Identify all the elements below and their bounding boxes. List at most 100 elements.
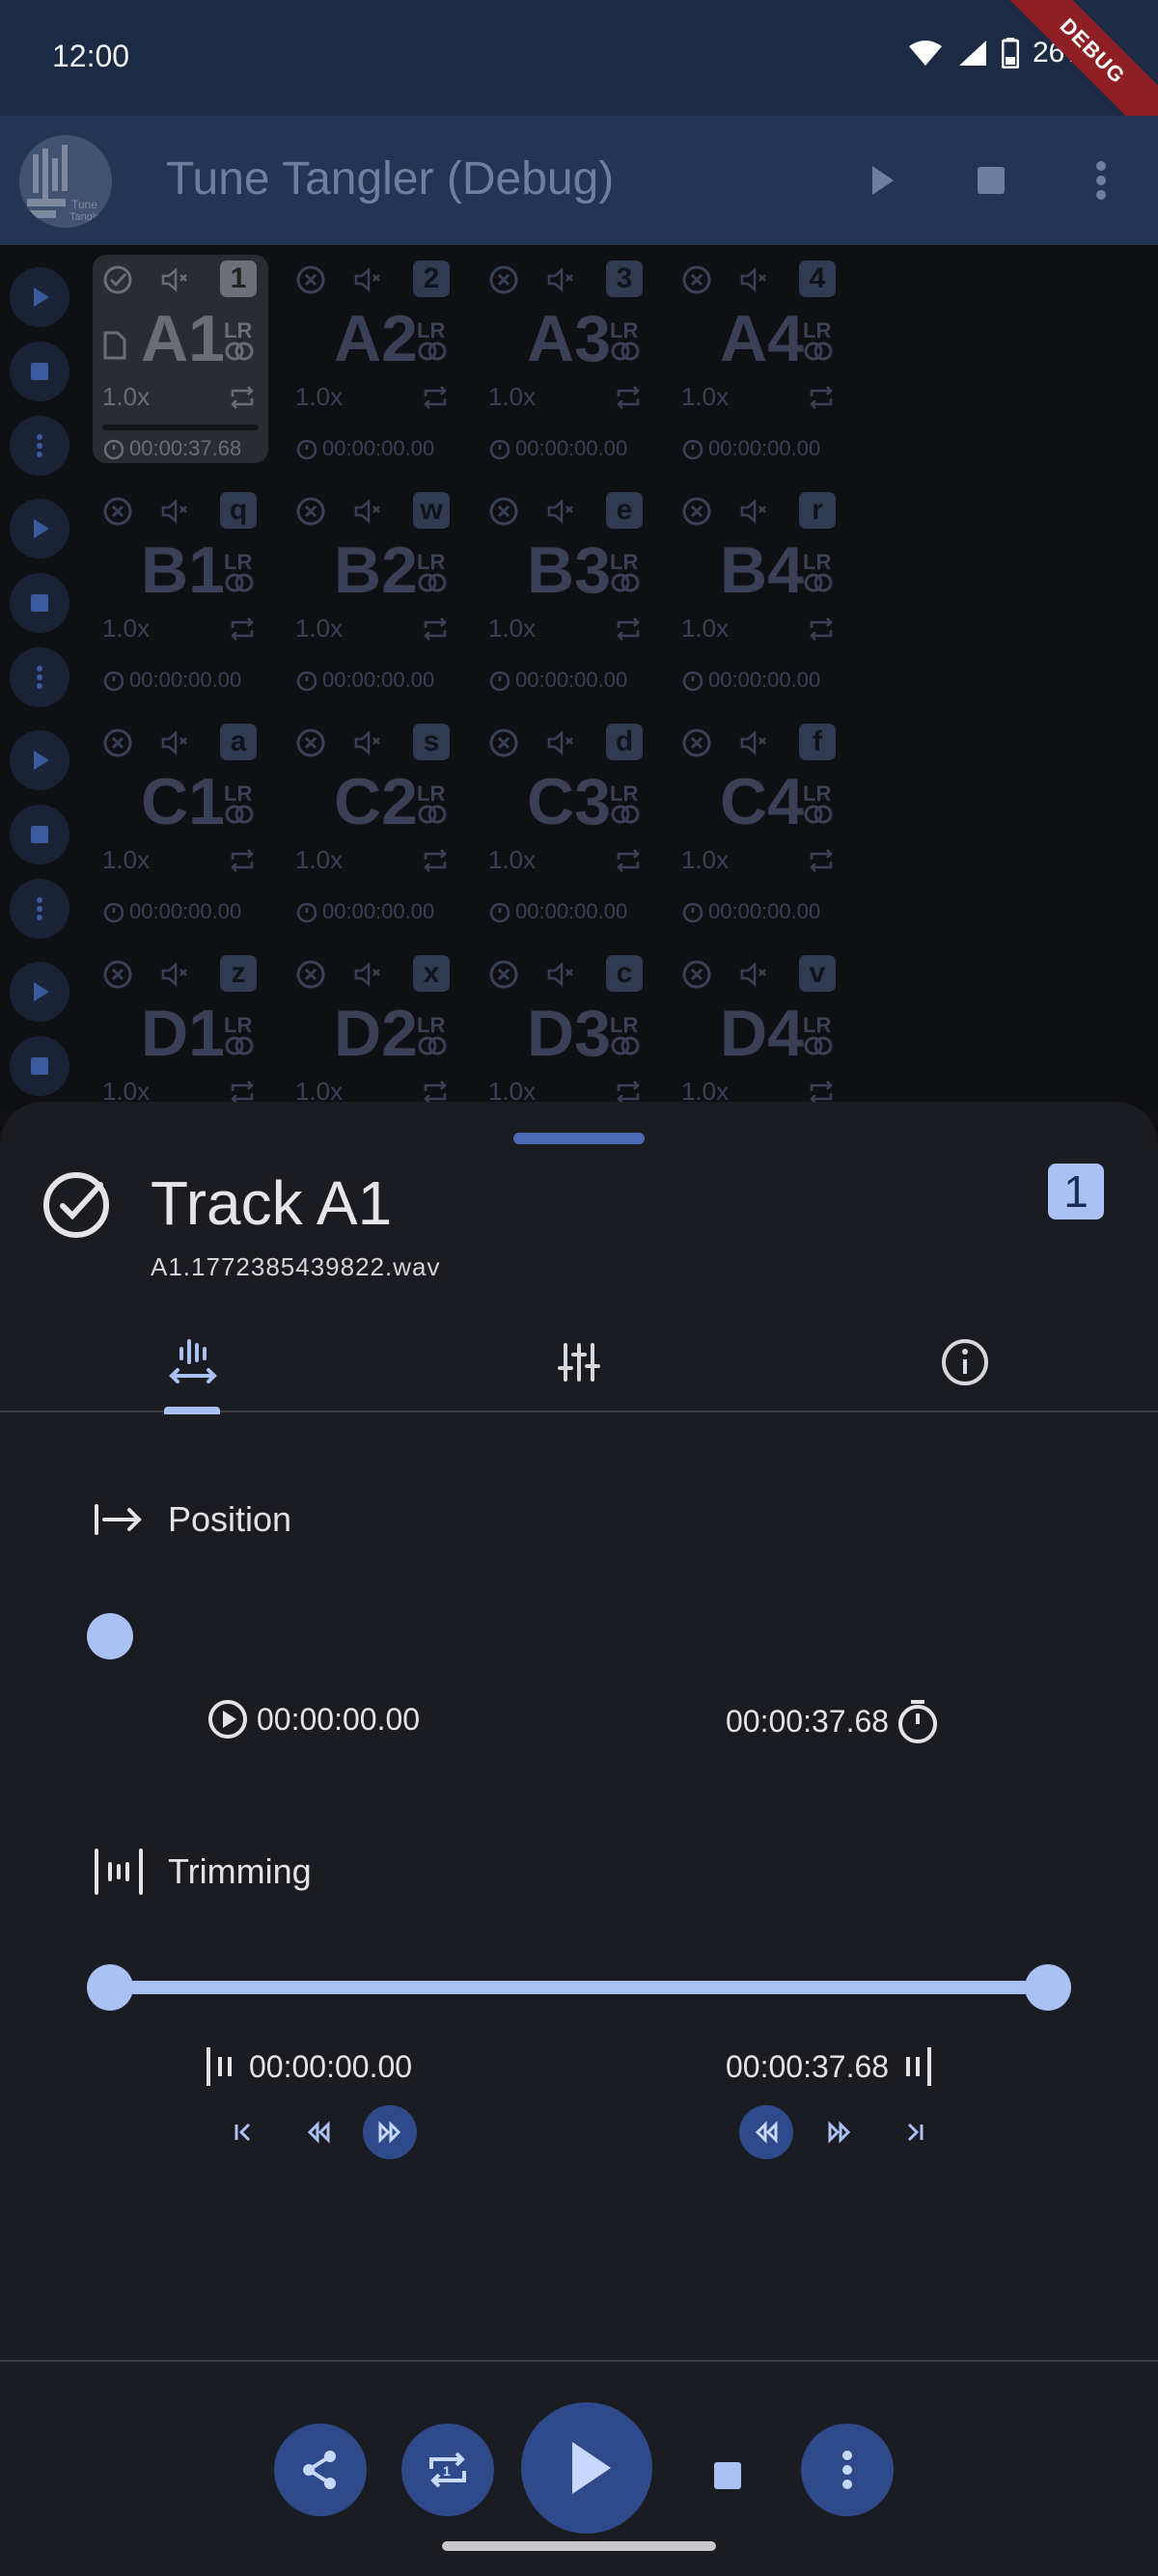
row-menu-button[interactable] xyxy=(10,416,69,476)
repeat-icon[interactable] xyxy=(614,847,643,874)
volume-mute-icon[interactable] xyxy=(739,498,770,525)
cancel-circle-icon[interactable] xyxy=(488,264,519,295)
row-play-button[interactable] xyxy=(10,962,69,1022)
row-stop-button[interactable] xyxy=(10,1036,69,1096)
pad-speed[interactable]: 1.0x xyxy=(102,614,150,644)
pan-lr-indicator[interactable]: LR xyxy=(610,552,641,596)
volume-mute-icon[interactable] xyxy=(546,266,577,293)
pad-c2[interactable]: s C2 LR 1.0x 00:00:00.00 xyxy=(286,718,461,926)
repeat-icon[interactable] xyxy=(421,616,450,643)
play-all-button[interactable] xyxy=(857,156,905,205)
pan-lr-indicator[interactable]: LR xyxy=(224,1015,255,1059)
pad-speed[interactable]: 1.0x xyxy=(681,614,729,644)
cancel-circle-icon[interactable] xyxy=(102,727,133,758)
pad-a4[interactable]: 4 A4 LR 1.0x 00:00:00.00 xyxy=(672,255,847,463)
pan-lr-indicator[interactable]: LR xyxy=(417,783,448,828)
cancel-circle-icon[interactable] xyxy=(295,959,326,990)
pan-lr-indicator[interactable]: LR xyxy=(224,783,255,828)
repeat-icon[interactable] xyxy=(421,847,450,874)
loop-button[interactable]: 1 xyxy=(401,2424,494,2516)
pad-c4[interactable]: f C4 LR 1.0x 00:00:00.00 xyxy=(672,718,847,926)
pan-lr-indicator[interactable]: LR xyxy=(417,1015,448,1059)
row-menu-button[interactable] xyxy=(10,647,69,707)
sheet-drag-handle[interactable] xyxy=(513,1133,645,1144)
cancel-circle-icon[interactable] xyxy=(681,959,712,990)
volume-mute-icon[interactable] xyxy=(546,961,577,988)
tab-mixer[interactable] xyxy=(386,1312,772,1412)
cancel-circle-icon[interactable] xyxy=(681,727,712,758)
pad-b3[interactable]: e B3 LR 1.0x 00:00:00.00 xyxy=(479,486,654,695)
row-play-button[interactable] xyxy=(10,499,69,559)
check-circle-icon[interactable] xyxy=(102,264,133,295)
volume-mute-icon[interactable] xyxy=(353,729,384,756)
pan-lr-indicator[interactable]: LR xyxy=(224,552,255,596)
pad-speed[interactable]: 1.0x xyxy=(681,845,729,875)
volume-mute-icon[interactable] xyxy=(353,266,384,293)
pad-speed[interactable]: 1.0x xyxy=(488,382,536,412)
pad-b2[interactable]: w B2 LR 1.0x 00:00:00.00 xyxy=(286,486,461,695)
volume-mute-icon[interactable] xyxy=(546,729,577,756)
trim-start-thumb[interactable] xyxy=(87,1964,133,2011)
pad-speed[interactable]: 1.0x xyxy=(295,382,343,412)
pad-speed[interactable]: 1.0x xyxy=(102,845,150,875)
repeat-icon[interactable] xyxy=(807,847,836,874)
cancel-circle-icon[interactable] xyxy=(295,496,326,527)
volume-mute-icon[interactable] xyxy=(739,961,770,988)
pan-lr-indicator[interactable]: LR xyxy=(803,320,834,365)
repeat-icon[interactable] xyxy=(228,616,257,643)
pad-speed[interactable]: 1.0x xyxy=(102,382,150,412)
tab-position-trim[interactable] xyxy=(0,1312,386,1414)
pad-speed[interactable]: 1.0x xyxy=(488,614,536,644)
repeat-icon[interactable] xyxy=(807,384,836,411)
trim-start-rewind-button[interactable] xyxy=(291,2105,345,2159)
cancel-circle-icon[interactable] xyxy=(488,959,519,990)
pan-lr-indicator[interactable]: LR xyxy=(803,783,834,828)
stop-all-button[interactable] xyxy=(967,156,1015,205)
volume-mute-icon[interactable] xyxy=(160,961,191,988)
pad-speed[interactable]: 1.0x xyxy=(488,845,536,875)
track-menu-button[interactable] xyxy=(801,2424,894,2516)
volume-mute-icon[interactable] xyxy=(160,266,191,293)
repeat-icon[interactable] xyxy=(228,384,257,411)
volume-mute-icon[interactable] xyxy=(739,266,770,293)
row-stop-button[interactable] xyxy=(10,805,69,864)
position-slider-thumb[interactable] xyxy=(87,1613,133,1659)
stop-button[interactable] xyxy=(699,2447,757,2505)
pan-lr-indicator[interactable]: LR xyxy=(417,552,448,596)
check-circle-icon[interactable] xyxy=(41,1169,112,1241)
tab-info[interactable] xyxy=(772,1312,1158,1412)
cancel-circle-icon[interactable] xyxy=(102,496,133,527)
pad-speed[interactable]: 1.0x xyxy=(681,382,729,412)
pad-c3[interactable]: d C3 LR 1.0x 00:00:00.00 xyxy=(479,718,654,926)
repeat-icon[interactable] xyxy=(614,616,643,643)
cancel-circle-icon[interactable] xyxy=(295,264,326,295)
gesture-nav-bar[interactable] xyxy=(442,2541,716,2551)
volume-mute-icon[interactable] xyxy=(353,498,384,525)
row-play-button[interactable] xyxy=(10,267,69,327)
trim-end-rewind-button[interactable] xyxy=(739,2105,793,2159)
volume-mute-icon[interactable] xyxy=(739,729,770,756)
pad-c1[interactable]: a C1 LR 1.0x 00:00:00.00 xyxy=(93,718,268,926)
trim-end-thumb[interactable] xyxy=(1025,1964,1071,2011)
pad-a3[interactable]: 3 A3 LR 1.0x 00:00:00.00 xyxy=(479,255,654,463)
share-button[interactable] xyxy=(274,2424,367,2516)
trim-start-forward-button[interactable] xyxy=(363,2105,417,2159)
repeat-icon[interactable] xyxy=(807,616,836,643)
trim-start-to-beginning-button[interactable] xyxy=(216,2105,270,2159)
pan-lr-indicator[interactable]: LR xyxy=(610,320,641,365)
pad-b4[interactable]: r B4 LR 1.0x 00:00:00.00 xyxy=(672,486,847,695)
cancel-circle-icon[interactable] xyxy=(102,959,133,990)
cancel-circle-icon[interactable] xyxy=(681,496,712,527)
repeat-icon[interactable] xyxy=(614,384,643,411)
row-stop-button[interactable] xyxy=(10,573,69,633)
cancel-circle-icon[interactable] xyxy=(488,727,519,758)
trim-end-to-end-button[interactable] xyxy=(888,2105,942,2159)
pad-a1[interactable]: 1 A1 LR 1.0x 00:00:37.68 xyxy=(93,255,268,463)
repeat-icon[interactable] xyxy=(421,384,450,411)
pan-lr-indicator[interactable]: LR xyxy=(803,1015,834,1059)
pad-b1[interactable]: q B1 LR 1.0x 00:00:00.00 xyxy=(93,486,268,695)
volume-mute-icon[interactable] xyxy=(160,498,191,525)
trim-range-track[interactable] xyxy=(110,1981,1048,1994)
cancel-circle-icon[interactable] xyxy=(681,264,712,295)
row-menu-button[interactable] xyxy=(10,879,69,939)
